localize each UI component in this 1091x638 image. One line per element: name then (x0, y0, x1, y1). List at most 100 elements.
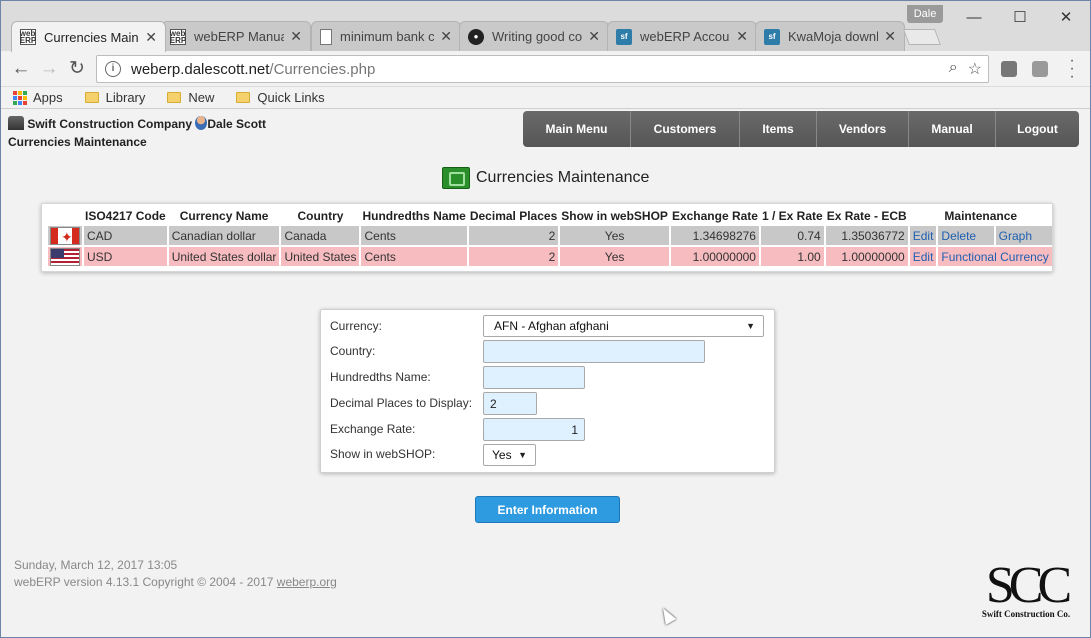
canada-flag-icon (50, 226, 80, 245)
header-inverse: 1 / Ex Rate (761, 209, 823, 223)
edit-link[interactable]: Edit (913, 229, 934, 243)
extension-icon[interactable] (1001, 61, 1017, 77)
close-icon[interactable]: ✕ (736, 28, 748, 45)
site-info-icon[interactable]: i (105, 61, 121, 77)
cell-rate: 1.00000000 (670, 247, 759, 266)
cell-functional: Functional Currency (938, 247, 1052, 266)
url-path: /Currencies.php (269, 60, 376, 78)
nav-customers[interactable]: Customers (630, 111, 739, 147)
header-ecb: Ex Rate - ECB (826, 209, 907, 223)
close-icon[interactable]: ✕ (884, 28, 896, 45)
currency-label: Currency: (330, 319, 383, 333)
logo-caption: Swift Construction Co. (981, 609, 1071, 619)
tab-writing-good-code[interactable]: ● Writing good co ✕ (459, 21, 609, 51)
mouse-cursor-icon (657, 605, 677, 625)
webshop-select[interactable]: Yes ▼ (483, 444, 536, 466)
currency-form: Currency: AFN - Afghan afghani ▼ Country… (320, 309, 775, 473)
nav-vendors[interactable]: Vendors (816, 111, 908, 147)
header-hundredths: Hundredths Name (362, 209, 466, 223)
maximize-icon[interactable]: ☐ (997, 7, 1043, 29)
address-bar[interactable]: i weberp.dalescott.net/Currencies.php ⌕ … (96, 55, 989, 83)
bookmark-label: Library (105, 90, 146, 105)
cell-edit: Edit (909, 247, 937, 266)
header-code: ISO4217 Code (85, 209, 166, 223)
currency-icon (442, 167, 470, 189)
cell-ecb: 1.00000000 (825, 247, 908, 266)
decimals-field[interactable] (483, 392, 537, 415)
enter-information-button[interactable]: Enter Information (475, 496, 620, 523)
tab-currencies-maintenance[interactable]: web ERP Currencies Main ✕ (11, 21, 166, 52)
hundredths-field[interactable] (483, 366, 585, 389)
browser-window: web ERP Currencies Main ✕ web ERP webERP M… (0, 0, 1091, 638)
cell-webshop: Yes (560, 247, 669, 266)
country-label: Country: (330, 344, 376, 358)
bookmark-apps[interactable]: Apps (13, 90, 63, 105)
dropdown-arrow-icon: ▼ (746, 321, 755, 331)
nav-manual[interactable]: Manual (908, 111, 995, 147)
table-row: CAD Canadian dollar Canada Cents 2 Yes 1… (48, 226, 1052, 245)
folder-icon (167, 92, 182, 103)
rate-label: Exchange Rate: (330, 422, 416, 436)
browser-toolbar: ← → ↻ i weberp.dalescott.net/Currencies.… (1, 51, 1090, 87)
close-icon[interactable]: ✕ (145, 29, 157, 46)
close-icon[interactable]: ✕ (440, 28, 452, 45)
reload-icon[interactable]: ↻ (65, 58, 89, 80)
country-field[interactable] (483, 340, 705, 363)
currencies-table-panel: ISO4217 Code Currency Name Country Hundr… (41, 203, 1053, 272)
webshop-select-value: Yes (492, 448, 512, 462)
functional-currency-link[interactable]: Functional Currency (941, 250, 1048, 264)
cell-country: Canada (281, 226, 360, 245)
close-icon[interactable]: ✕ (588, 28, 600, 45)
minimize-icon[interactable]: — (951, 7, 997, 29)
main-nav: Main Menu Customers Items Vendors Manual… (523, 111, 1079, 147)
user-icon (195, 116, 208, 130)
cell-ecb: 1.35036772 (825, 226, 908, 245)
forward-icon[interactable]: → (37, 58, 61, 80)
logo-mark: SCC (985, 557, 1072, 614)
webshop-label: Show in webSHOP: (330, 447, 436, 461)
extension-icon[interactable] (1032, 61, 1048, 77)
tab-kwamoja-download[interactable]: sf KwaMoja downl ✕ (755, 21, 905, 51)
back-icon[interactable]: ← (9, 58, 33, 80)
browser-menu-icon[interactable]: · · · (1065, 53, 1079, 85)
header-name: Currency Name (179, 209, 269, 223)
cell-webshop: Yes (560, 226, 669, 245)
header-decimals: Decimal Places (469, 209, 558, 223)
page-title-text: Currencies Maintenance (476, 169, 650, 186)
tab-strip: web ERP Currencies Main ✕ web ERP webERP M… (1, 1, 1090, 52)
cell-hundredths: Cents (361, 226, 467, 245)
close-icon[interactable]: ✕ (290, 28, 302, 45)
delete-link[interactable]: Delete (941, 229, 976, 243)
bookmark-star-icon[interactable]: ☆ (968, 59, 982, 79)
cell-decimals: 2 (468, 247, 559, 266)
new-tab-button[interactable] (903, 29, 941, 45)
url-host: weberp.dalescott.net (131, 60, 270, 78)
folder-icon (236, 92, 251, 103)
nav-items[interactable]: Items (739, 111, 816, 147)
graph-link[interactable]: Graph (999, 229, 1032, 243)
tab-minimum-bank[interactable]: minimum bank c ✕ (311, 21, 461, 51)
user-name[interactable]: Dale Scott (207, 117, 266, 131)
bookmark-quick-links[interactable]: Quick Links (236, 90, 325, 105)
zoom-search-icon[interactable]: ⌕ (949, 59, 958, 79)
bookmark-library[interactable]: Library (84, 90, 146, 105)
nav-logout[interactable]: Logout (995, 111, 1079, 147)
weberp-icon: web ERP (19, 29, 37, 45)
bookmark-new[interactable]: New (167, 90, 214, 105)
header-rate: Exchange Rate (671, 209, 758, 223)
page-title: Currencies Maintenance (442, 167, 649, 189)
tab-weberp-manual[interactable]: web ERP webERP Manual ✕ (161, 21, 311, 51)
currency-select[interactable]: AFN - Afghan afghani ▼ (483, 315, 764, 337)
close-window-icon[interactable]: ✕ (1043, 7, 1089, 29)
sourceforge-icon: sf (616, 28, 632, 45)
nav-main-menu[interactable]: Main Menu (523, 111, 630, 147)
tab-weberp-accounting[interactable]: sf webERP Accoun ✕ (607, 21, 757, 51)
edit-link[interactable]: Edit (913, 250, 934, 264)
weberp-link[interactable]: weberp.org (277, 575, 337, 589)
exchange-rate-field[interactable] (483, 418, 585, 441)
github-icon: ● (468, 28, 484, 45)
company-name[interactable]: Swift Construction Company (27, 117, 192, 131)
profile-badge[interactable]: Dale (907, 5, 943, 23)
bookmark-label: New (188, 90, 215, 105)
cell-edit: Edit (909, 226, 937, 245)
